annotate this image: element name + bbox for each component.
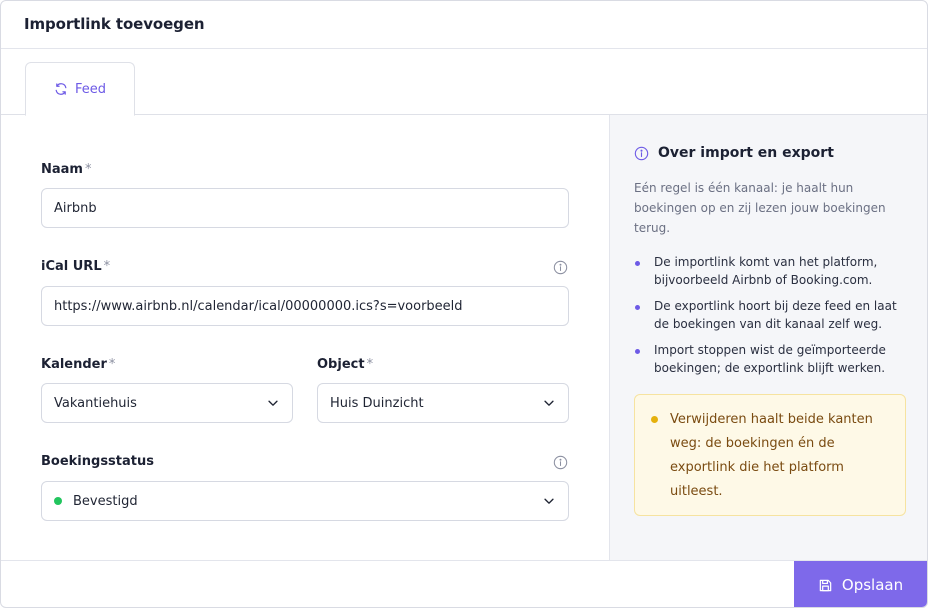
list-item: Import stoppen wist de geïmporteerde boe… bbox=[634, 341, 906, 377]
required-marker: * bbox=[84, 162, 92, 177]
help-title: Over import en export bbox=[658, 145, 834, 161]
object-select-value: Huis Duinzicht bbox=[330, 395, 424, 411]
chevron-down-icon bbox=[544, 400, 554, 406]
name-field[interactable] bbox=[41, 188, 569, 228]
calendar-label-text: Kalender bbox=[41, 357, 107, 372]
help-bullets: De importlink komt van het platform, bij… bbox=[634, 253, 906, 385]
status-select-content: Bevestigd bbox=[54, 494, 138, 509]
object-label: Object * bbox=[317, 357, 373, 372]
name-label-text: Naam bbox=[41, 162, 83, 177]
save-button[interactable]: Opslaan bbox=[794, 561, 927, 607]
save-icon bbox=[819, 579, 832, 591]
status-select[interactable]: Bevestigd bbox=[41, 481, 569, 521]
chevron-down-icon bbox=[544, 498, 554, 504]
object-select[interactable]: Huis Duinzicht bbox=[317, 383, 569, 423]
ical-label: iCal URL * bbox=[41, 259, 110, 274]
required-marker: * bbox=[366, 357, 374, 372]
import-link-modal: Importlink toevoegen Feed Naam* iCal URL… bbox=[0, 0, 928, 608]
object-label-text: Object bbox=[317, 357, 365, 372]
info-icon[interactable] bbox=[553, 260, 568, 275]
info-icon bbox=[634, 146, 649, 161]
modal-title: Importlink toevoegen bbox=[24, 15, 205, 33]
name-label: Naam * bbox=[41, 162, 91, 177]
ical-url-input[interactable] bbox=[54, 298, 556, 314]
list-item: De exportlink hoort bij deze feed en laa… bbox=[634, 297, 906, 333]
chevron-down-icon bbox=[268, 400, 278, 406]
tab-feed[interactable]: Feed bbox=[25, 62, 135, 116]
ical-url-field[interactable] bbox=[41, 286, 569, 326]
modal-footer: Opslaan bbox=[1, 560, 927, 607]
refresh-icon bbox=[55, 83, 67, 95]
status-select-value: Bevestigd bbox=[73, 493, 138, 509]
help-panel: Over import en export Eén regel is één k… bbox=[609, 115, 927, 560]
status-dot bbox=[54, 497, 62, 505]
info-icon[interactable] bbox=[553, 455, 568, 470]
calendar-select[interactable]: Vakantiehuis bbox=[41, 383, 293, 423]
status-label-text: Boekingsstatus bbox=[41, 454, 154, 469]
ical-label-text: iCal URL bbox=[41, 259, 102, 274]
modal-header: Importlink toevoegen bbox=[1, 1, 927, 49]
save-button-label: Opslaan bbox=[841, 576, 904, 594]
status-label: Boekingsstatus bbox=[41, 454, 154, 469]
tab-feed-label: Feed bbox=[74, 81, 106, 97]
required-marker: * bbox=[103, 259, 111, 274]
warning-callout: Verwijderen haalt beide kanten weg: de b… bbox=[634, 394, 906, 516]
tab-bar: Feed bbox=[1, 49, 927, 116]
help-intro: Eén regel is één kanaal: je haalt hun bo… bbox=[634, 181, 886, 235]
calendar-label: Kalender * bbox=[41, 357, 115, 372]
required-marker: * bbox=[108, 357, 116, 372]
name-input[interactable] bbox=[54, 200, 556, 216]
calendar-select-value: Vakantiehuis bbox=[54, 395, 137, 411]
list-item: De importlink komt van het platform, bij… bbox=[634, 253, 906, 289]
import-form: Naam* iCal URL* Kalender* Vakantiehuis O… bbox=[1, 115, 609, 560]
